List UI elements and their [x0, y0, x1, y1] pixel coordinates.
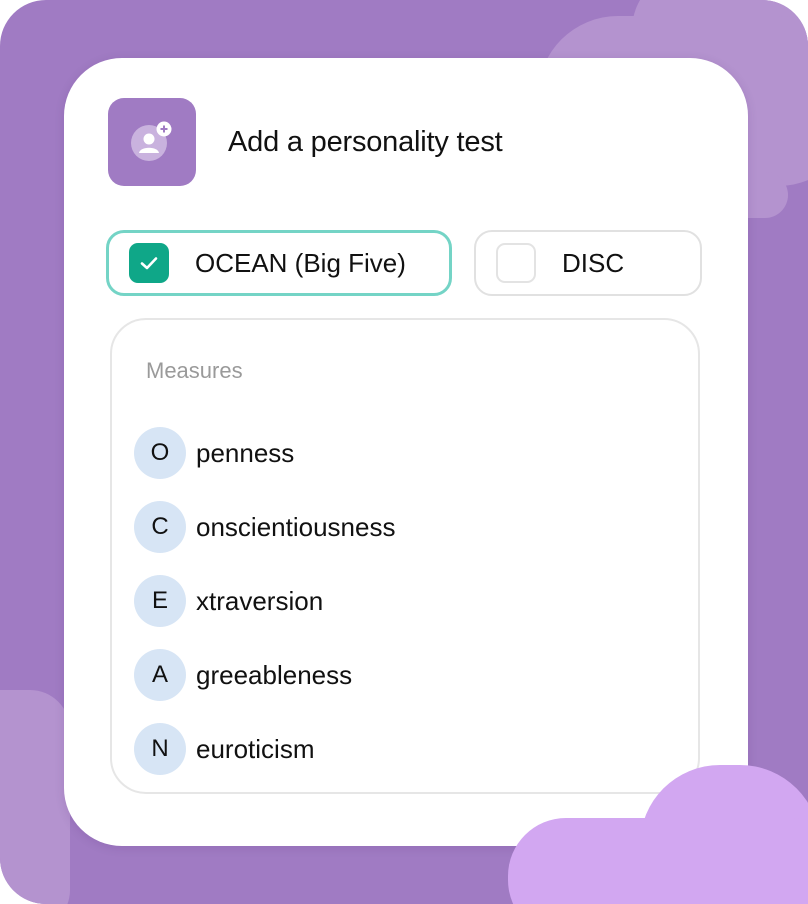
measures-heading: Measures: [146, 358, 243, 383]
list-item: C onscientiousness: [134, 490, 395, 564]
letter-badge: C: [134, 501, 186, 553]
add-user-icon: [108, 98, 196, 186]
list-item: A greeableness: [134, 638, 395, 712]
measure-label: greeableness: [196, 659, 353, 690]
page-title: Add a personality test: [228, 125, 503, 158]
decorative-shape: [0, 690, 70, 904]
checkbox-checked[interactable]: [129, 243, 169, 283]
option-disc[interactable]: DISC: [474, 230, 702, 296]
measure-label: onscientiousness: [196, 511, 396, 542]
measure-list: O penness C onscientiousness E xtraversi…: [134, 416, 395, 786]
option-label: OCEAN (Big Five): [195, 247, 406, 278]
decorative-shape: [508, 818, 808, 904]
option-label: DISC: [562, 247, 625, 278]
measure-label: penness: [196, 437, 295, 468]
personality-test-card: Add a personality test OCEAN (Big Five) …: [64, 58, 748, 846]
stage: Add a personality test OCEAN (Big Five) …: [0, 0, 808, 904]
letter-badge: E: [134, 575, 186, 627]
measures-panel: Measures O penness C onscientiousness E …: [110, 318, 700, 794]
option-ocean[interactable]: OCEAN (Big Five): [106, 230, 452, 296]
test-type-options: OCEAN (Big Five) DISC: [106, 230, 702, 296]
letter-badge: N: [134, 723, 186, 775]
measure-label: xtraversion: [196, 585, 324, 616]
check-icon: [140, 257, 158, 270]
list-item: O penness: [134, 416, 395, 490]
letter-badge: A: [134, 649, 186, 701]
list-item: N euroticism: [134, 712, 395, 786]
checkbox-unchecked[interactable]: [496, 243, 536, 283]
card-header: Add a personality test: [108, 98, 503, 186]
letter-badge: O: [134, 427, 186, 479]
measure-label: euroticism: [196, 733, 315, 764]
list-item: E xtraversion: [134, 564, 395, 638]
